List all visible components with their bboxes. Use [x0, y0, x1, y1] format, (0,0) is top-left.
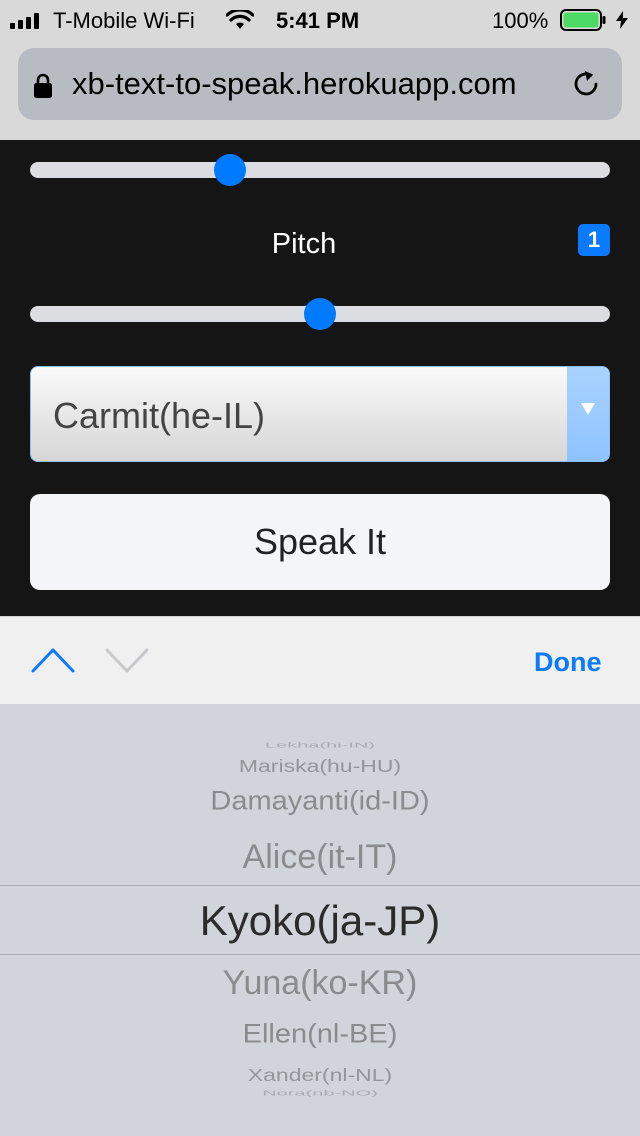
status-bar: T-Mobile Wi-Fi 5:41 PM 100%: [0, 0, 640, 40]
signal-icon: [10, 11, 46, 29]
wifi-icon: [226, 10, 254, 29]
carrier-label: T-Mobile Wi-Fi: [53, 8, 195, 33]
url-text[interactable]: xb-text-to-speak.herokuapp.com: [72, 66, 552, 102]
select-arrow[interactable]: [567, 367, 609, 461]
picker-item[interactable]: Lekha(hi-IN): [0, 741, 640, 749]
picker-item-selected[interactable]: Kyoko(ja-JP): [0, 897, 640, 945]
picker-selection-top-line: [0, 885, 640, 886]
clock: 5:41 PM: [276, 8, 360, 33]
browser-url-area: xb-text-to-speak.herokuapp.com: [0, 40, 640, 140]
pitch-label: Pitch: [271, 228, 337, 260]
picker-item[interactable]: Nora(nb-NO): [0, 1089, 640, 1097]
done-button[interactable]: Done: [534, 647, 602, 678]
battery-icon: [560, 9, 606, 31]
triangle-down-icon: [581, 403, 595, 415]
chevron-up-icon[interactable]: [30, 645, 76, 675]
address-bar[interactable]: xb-text-to-speak.herokuapp.com: [18, 48, 622, 120]
picker-item[interactable]: Ellen(nl-BE): [0, 1019, 640, 1049]
battery-percentage: 100%: [492, 8, 549, 33]
speak-it-button[interactable]: Speak It: [30, 494, 610, 590]
rate-slider-thumb[interactable]: [214, 154, 247, 186]
lock-icon: [34, 73, 52, 98]
voice-select-value: Carmit(he-IL): [53, 395, 266, 436]
pitch-slider-thumb[interactable]: [304, 298, 336, 330]
pitch-slider-track[interactable]: [30, 298, 610, 330]
voice-select[interactable]: Carmit(he-IL): [30, 366, 610, 462]
picker-item[interactable]: Alice(it-IT): [0, 838, 640, 877]
rate-slider-track[interactable]: [30, 154, 610, 186]
voice-picker[interactable]: Lekha(hi-IN) Mariska(hu-HU) Damayanti(id…: [0, 704, 640, 1136]
picker-item[interactable]: Damayanti(id-ID): [0, 786, 640, 816]
picker-item[interactable]: Mariska(hu-HU): [0, 756, 640, 776]
reload-icon[interactable]: [570, 68, 602, 100]
picker-item[interactable]: Xander(nl-NL): [0, 1065, 640, 1085]
count-badge: 1: [578, 224, 610, 256]
picker-item[interactable]: Yuna(ko-KR): [0, 964, 640, 1003]
keyboard-toolbar: Done: [0, 616, 640, 705]
charging-bolt-icon: [616, 11, 628, 29]
picker-selection-bottom-line: [0, 954, 640, 955]
chevron-down-icon[interactable]: [104, 645, 150, 675]
